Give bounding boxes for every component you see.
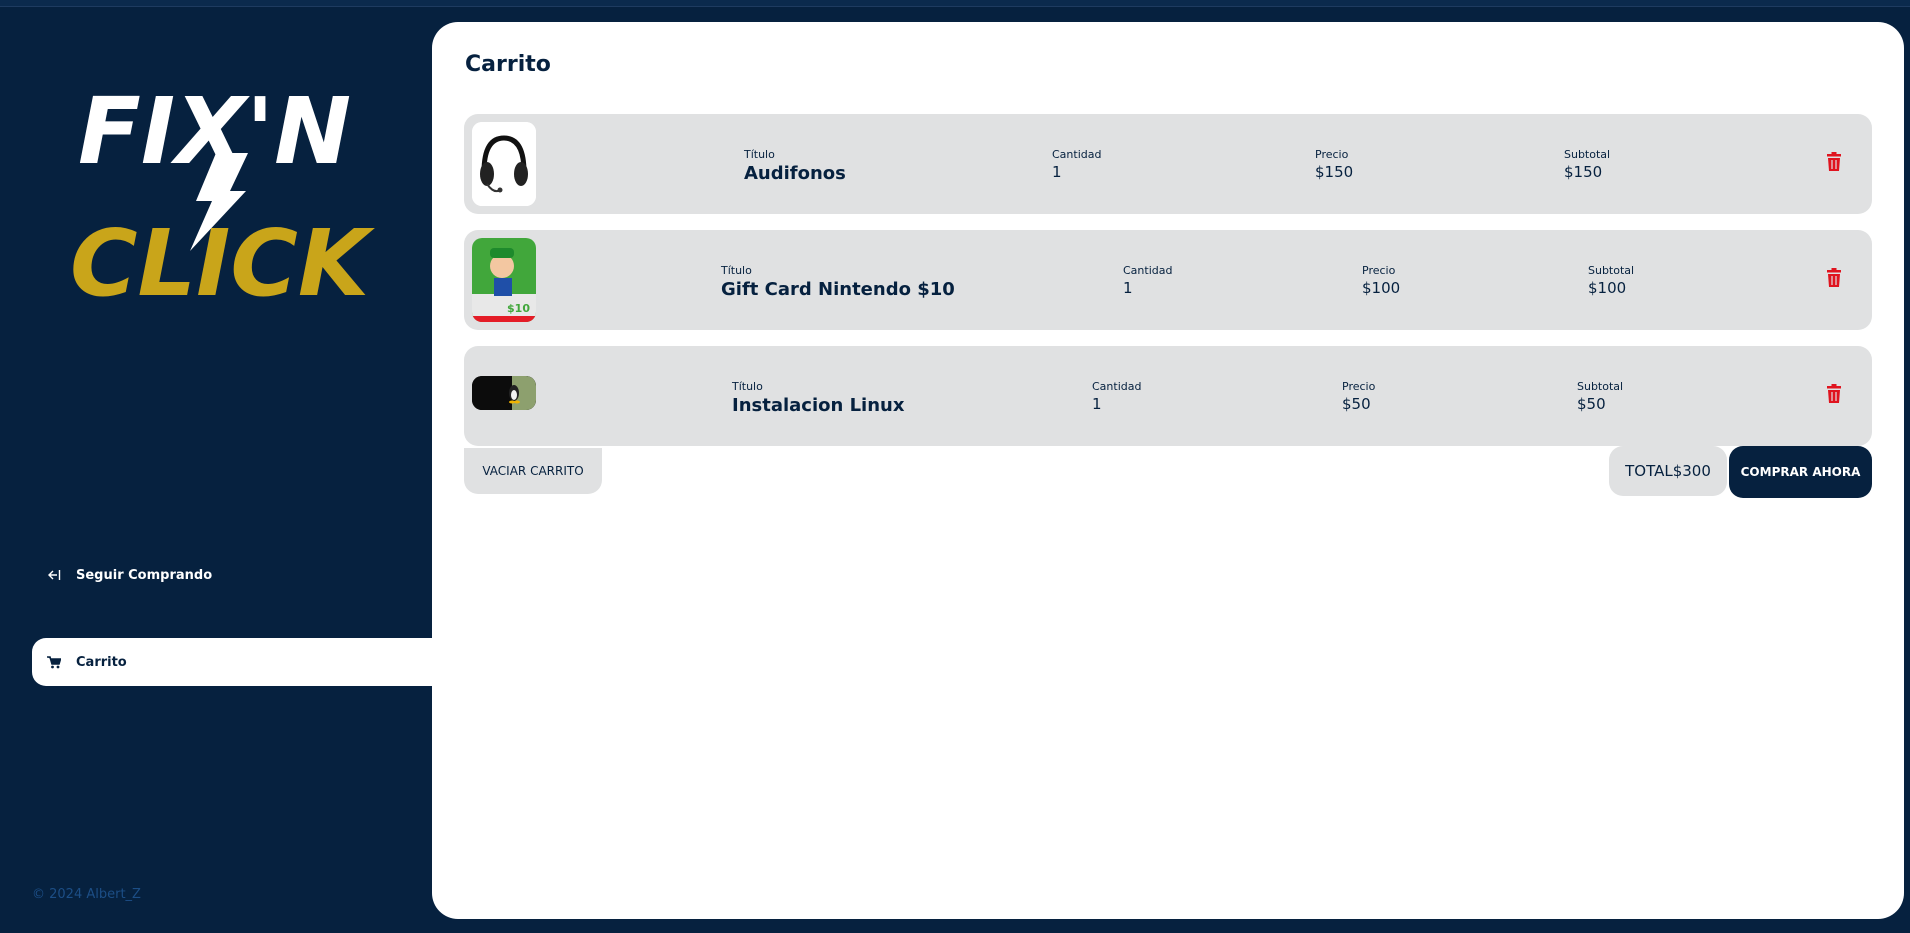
- qty-label: Cantidad: [1092, 380, 1142, 393]
- title-label: Título: [732, 380, 763, 393]
- price-value: $50: [1342, 395, 1371, 413]
- qty-col: Cantidad 1: [1092, 380, 1141, 413]
- fixnclick-logo: FIX'N CLICK: [70, 78, 375, 313]
- exit-arrow-icon: [46, 567, 62, 583]
- total-label: TOTAL: [1625, 462, 1673, 480]
- footer-copyright: © 2024 Albert_Z: [32, 887, 141, 902]
- subtotal-label: Subtotal: [1577, 380, 1624, 393]
- total-value: $300: [1672, 462, 1711, 480]
- title-label: Título: [721, 264, 752, 277]
- product-image-linux-install: [472, 376, 536, 410]
- card-amount: $10: [507, 302, 530, 315]
- price-label: Precio: [1362, 264, 1396, 277]
- price-col: Precio $100: [1362, 264, 1400, 297]
- trash-icon[interactable]: [1826, 268, 1842, 288]
- product-title: Instalacion Linux: [732, 395, 905, 416]
- cart-row: Título Instalacion Linux Cantidad 1 Prec…: [464, 346, 1872, 446]
- total-box: TOTAL $300: [1609, 446, 1727, 496]
- qty-value: 1: [1092, 395, 1102, 413]
- product-title: Gift Card Nintendo $10: [721, 279, 955, 300]
- cart-row: $10 Título Gift Card Nintendo $10 Cantid…: [464, 230, 1872, 330]
- trash-icon[interactable]: [1826, 152, 1842, 172]
- cart-icon: [46, 654, 62, 670]
- main-panel: Carrito Título Audifonos Cantidad 1 Prec…: [432, 22, 1904, 919]
- sidebar-item-carrito[interactable]: Carrito: [32, 638, 432, 686]
- sidebar-item-seguir-comprando[interactable]: Seguir Comprando: [32, 551, 432, 599]
- qty-col: Cantidad 1: [1052, 148, 1101, 181]
- subtotal-col: Subtotal $50: [1577, 380, 1623, 413]
- product-image-nintendo-gift-card: $10: [472, 238, 536, 322]
- qty-label: Cantidad: [1052, 148, 1102, 161]
- product-title: Audifonos: [744, 163, 846, 184]
- buy-now-button[interactable]: COMPRAR AHORA: [1729, 446, 1872, 498]
- title-col: Título Audifonos: [744, 148, 846, 184]
- subtotal-value: $100: [1588, 279, 1627, 297]
- qty-col: Cantidad 1: [1123, 264, 1172, 297]
- subtotal-value: $150: [1564, 163, 1603, 181]
- subtotal-label: Subtotal: [1564, 148, 1611, 161]
- price-label: Precio: [1315, 148, 1349, 161]
- trash-icon[interactable]: [1826, 384, 1842, 404]
- price-col: Precio $150: [1315, 148, 1353, 181]
- product-image-headphones: [472, 122, 536, 206]
- qty-value: 1: [1052, 163, 1062, 181]
- logo-text-line2: CLICK: [70, 210, 375, 313]
- subtotal-col: Subtotal $150: [1564, 148, 1610, 181]
- qty-label: Cantidad: [1123, 264, 1173, 277]
- page-title: Carrito: [465, 52, 551, 77]
- sidebar-item-label: Seguir Comprando: [76, 567, 213, 583]
- subtotal-value: $50: [1577, 395, 1606, 413]
- price-col: Precio $50: [1342, 380, 1375, 413]
- title-col: Título Gift Card Nintendo $10: [721, 264, 955, 300]
- title-label: Título: [744, 148, 775, 161]
- subtotal-col: Subtotal $100: [1588, 264, 1634, 297]
- sidebar: FIX'N CLICK Seguir Comprando Carrito © 2…: [0, 7, 432, 933]
- cart-row: Título Audifonos Cantidad 1 Precio $150 …: [464, 114, 1872, 214]
- sidebar-item-label: Carrito: [76, 654, 127, 670]
- subtotal-label: Subtotal: [1588, 264, 1635, 277]
- title-col: Título Instalacion Linux: [732, 380, 904, 416]
- price-label: Precio: [1342, 380, 1376, 393]
- empty-cart-button[interactable]: VACIAR CARRITO: [464, 448, 602, 494]
- price-value: $150: [1315, 163, 1354, 181]
- price-value: $100: [1362, 279, 1401, 297]
- qty-value: 1: [1123, 279, 1133, 297]
- top-border: [0, 0, 1910, 7]
